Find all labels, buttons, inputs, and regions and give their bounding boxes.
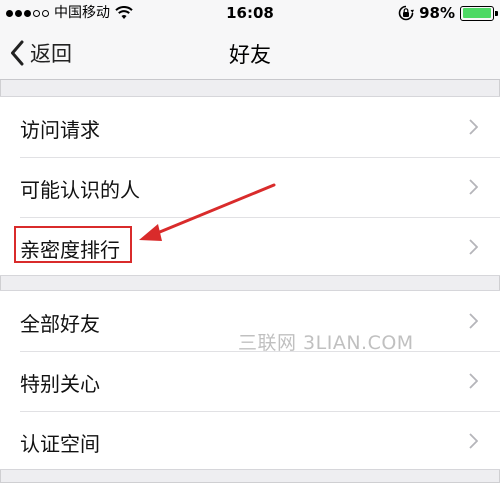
battery-icon: [460, 5, 498, 21]
menu-group-2: 全部好友 特别关心 认证空间: [0, 290, 500, 470]
menu-item-people-you-may-know[interactable]: 可能认识的人: [0, 157, 500, 217]
menu-item-verified-space[interactable]: 认证空间: [0, 411, 500, 471]
page-title: 好友: [229, 43, 271, 67]
chevron-right-icon: [469, 313, 478, 329]
menu-item-visit-requests[interactable]: 访问请求: [0, 97, 500, 157]
status-bar: 中国移动 16:08 98%: [0, 0, 500, 26]
chevron-right-icon: [469, 179, 478, 195]
navigation-bar: 返回 好友: [0, 26, 500, 80]
menu-item-label: 访问请求: [20, 118, 100, 142]
battery-percent: 98%: [419, 4, 455, 22]
rotation-lock-icon: [398, 5, 415, 21]
highlight-box: [14, 226, 132, 263]
menu-item-label: 认证空间: [20, 432, 100, 456]
menu-item-label: 全部好友: [20, 312, 100, 336]
chevron-right-icon: [469, 119, 478, 135]
chevron-right-icon: [469, 433, 478, 449]
menu-item-special-care[interactable]: 特别关心: [0, 351, 500, 411]
chevron-right-icon: [469, 239, 478, 255]
chevron-right-icon: [469, 373, 478, 389]
watermark: 三联网 3LIAN.COM: [238, 332, 414, 354]
menu-item-label: 特别关心: [20, 372, 100, 396]
menu-item-label: 可能认识的人: [20, 178, 140, 202]
